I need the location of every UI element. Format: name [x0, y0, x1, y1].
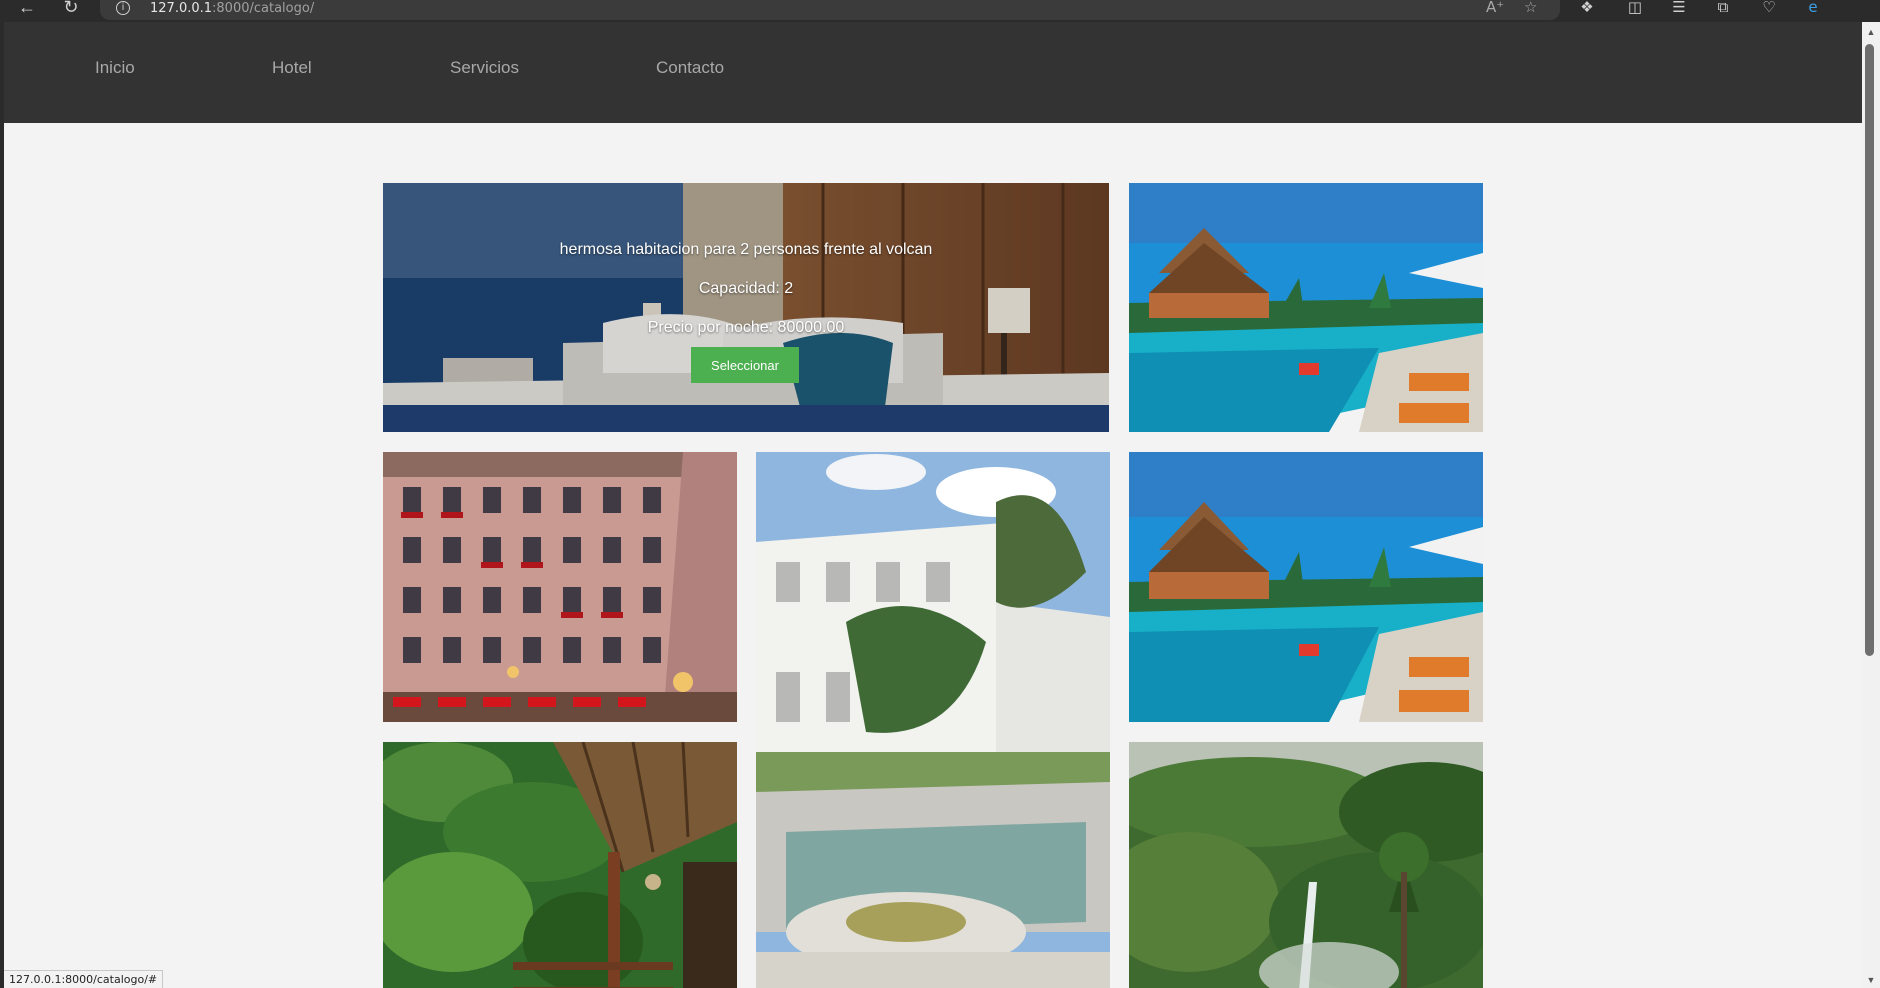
scrollbar-thumb[interactable]	[1865, 44, 1874, 656]
white-palace-garden-pool-photo-icon	[756, 452, 1110, 988]
address-url[interactable]: 127.0.0.1:8000/catalogo/	[150, 1, 314, 16]
room-description: hermosa habitacion para 2 personas frent…	[559, 241, 933, 258]
edge-copilot-icon[interactable]: e	[1800, 0, 1826, 18]
room-capacity: Capacidad: 2	[698, 280, 794, 297]
nav-contacto[interactable]: Contacto	[656, 58, 724, 78]
status-url-preview: 127.0.0.1:8000/catalogo/#	[4, 970, 164, 988]
browser-essentials-icon[interactable]: ♡	[1756, 0, 1782, 18]
gallery-image-jungle-waterfall[interactable]	[1129, 742, 1483, 988]
read-aloud-icon[interactable]: A⁺	[1486, 0, 1504, 15]
gallery-image-white-palace[interactable]	[756, 452, 1110, 988]
favorites-list-icon[interactable]: ☰	[1666, 0, 1692, 18]
room-price: Precio por noche: 80000.00	[647, 319, 845, 336]
tropical-pool-resort-photo-icon	[1129, 183, 1483, 432]
split-screen-icon[interactable]: ◫	[1622, 0, 1648, 18]
gallery-image-rainforest-terrace[interactable]	[383, 742, 737, 988]
collections-icon[interactable]: ⧉	[1710, 0, 1736, 18]
refresh-icon[interactable]: ↻	[58, 0, 84, 18]
extensions-icon[interactable]: ❖	[1574, 0, 1600, 18]
gallery-image-resort-2[interactable]	[1129, 452, 1483, 722]
site-navbar: Inicio Hotel Servicios Contacto	[4, 22, 1862, 123]
scroll-up-arrow-icon[interactable]: ▲	[1864, 26, 1878, 38]
page-viewport: Inicio Hotel Servicios Contacto hermosa …	[4, 22, 1862, 988]
url-path: :8000/catalogo/	[212, 1, 315, 16]
site-info-icon[interactable]: i	[116, 1, 130, 15]
rainforest-terrace-photo-icon	[383, 742, 737, 988]
gallery-image-hotel-building[interactable]	[383, 452, 737, 722]
nav-servicios[interactable]: Servicios	[450, 58, 519, 78]
select-room-button[interactable]: Seleccionar	[691, 347, 799, 383]
featured-image-overlay	[383, 183, 1109, 432]
address-bar[interactable]: i 127.0.0.1:8000/catalogo/ A⁺ ☆	[100, 0, 1560, 20]
gallery-image-resort-1[interactable]	[1129, 183, 1483, 432]
back-arrow-icon[interactable]: ←	[14, 0, 40, 18]
nav-hotel[interactable]: Hotel	[272, 58, 312, 78]
jungle-waterfall-photo-icon	[1129, 742, 1483, 988]
featured-room-card[interactable]: hermosa habitacion para 2 personas frent…	[383, 183, 1109, 432]
tropical-pool-resort-photo-icon	[1129, 452, 1483, 722]
nav-inicio[interactable]: Inicio	[95, 58, 135, 78]
favorite-star-icon[interactable]: ☆	[1524, 0, 1537, 15]
browser-toolbar: ← ↻ i 127.0.0.1:8000/catalogo/ A⁺ ☆ ❖ ◫ …	[0, 0, 1880, 22]
classic-hotel-building-photo-icon	[383, 452, 737, 722]
url-host: 127.0.0.1	[150, 1, 213, 16]
scroll-down-arrow-icon[interactable]: ▼	[1864, 974, 1878, 986]
